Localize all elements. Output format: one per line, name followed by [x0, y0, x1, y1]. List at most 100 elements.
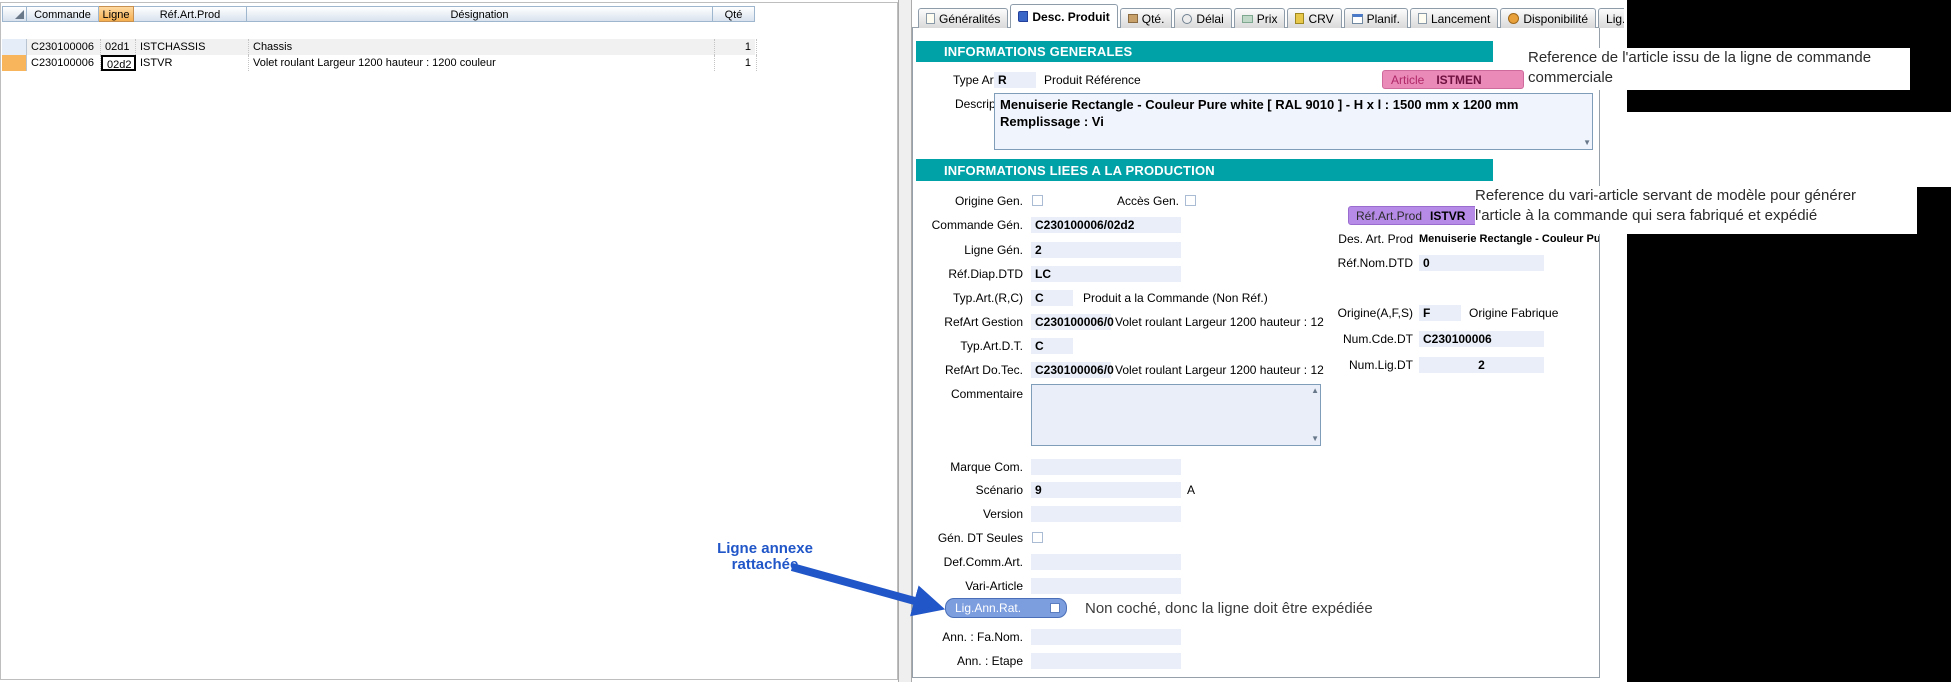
description-textarea[interactable]: Menuiserie Rectangle - Couleur Pure whit… — [994, 93, 1593, 150]
tab-label: Planif. — [1367, 12, 1400, 26]
origine-afs-desc: Origine Fabrique — [1469, 305, 1558, 321]
annotation-arrow — [770, 555, 970, 630]
num-cde-dt-field[interactable]: C230100006 — [1419, 331, 1544, 347]
cell-ref-art-prod[interactable]: ISTCHASSIS — [136, 39, 249, 55]
cell-ref-art-prod[interactable]: ISTVR — [136, 55, 249, 71]
tab-label: Prix — [1257, 12, 1278, 26]
origine-afs-field[interactable]: F — [1419, 305, 1461, 321]
refart-dotec-field[interactable]: C230100006/0 — [1031, 362, 1111, 378]
tab-desc-produit[interactable]: Desc. Produit — [1010, 4, 1117, 28]
tab-lancement[interactable]: Lancement — [1410, 8, 1498, 28]
cell-commande[interactable]: C230100006 — [27, 39, 101, 55]
form-tab-strip: Généralités Desc. Produit Qté. Délai Pri… — [918, 3, 1624, 28]
row-selector-header[interactable] — [2, 6, 27, 22]
article-badge[interactable]: Article ISTMEN — [1382, 70, 1524, 89]
scenario-suffix: A — [1187, 482, 1195, 498]
cell-ligne[interactable]: 02d1 — [101, 39, 136, 55]
tab-planif[interactable]: Planif. — [1344, 8, 1408, 28]
tab-prix[interactable]: Prix — [1234, 8, 1286, 28]
commentaire-textarea[interactable]: ▲ ▼ — [1031, 384, 1321, 446]
row-selector-active[interactable] — [2, 55, 27, 71]
tab-label: Généralités — [939, 12, 1000, 26]
tab-label: Desc. Produit — [1032, 10, 1109, 24]
cell-designation[interactable]: Volet roulant Largeur 1200 hauteur : 120… — [249, 55, 715, 71]
document-icon — [926, 13, 935, 24]
launch-page-icon — [1418, 13, 1427, 24]
num-cde-dt-label: Num.Cde.DT — [1281, 331, 1413, 347]
ref-art-prod-badge-value: ISTVR — [1422, 209, 1465, 223]
def-comm-art-field[interactable] — [1031, 554, 1181, 570]
ref-art-prod-badge[interactable]: Réf.Art.Prod ISTVR — [1348, 206, 1481, 225]
cell-qte[interactable]: 1 — [715, 55, 757, 71]
annotation-ref-vari-article: Reference du vari-article servant de mod… — [1475, 186, 1917, 234]
column-header-qte[interactable]: Qté — [713, 6, 755, 22]
ref-nom-dtd-field[interactable]: 0 — [1419, 255, 1544, 271]
article-badge-value: ISTMEN — [1424, 73, 1481, 87]
annotation-line: l'article à la commande qui sera fabriqu… — [1475, 206, 1917, 226]
cell-qte[interactable]: 1 — [715, 39, 757, 55]
section-header-informations-production: INFORMATIONS LIEES A LA PRODUCTION — [916, 159, 1493, 181]
tab-label: Lig.Add. — [1606, 12, 1624, 26]
ligne-gen-field[interactable]: 2 — [1031, 242, 1181, 258]
type-article-field[interactable]: R — [994, 72, 1036, 88]
redaction-block-bottom — [1627, 187, 1951, 682]
typ-art-dt-label: Typ.Art.D.T. — [913, 338, 1023, 354]
column-header-commande[interactable]: Commande — [27, 6, 99, 22]
tab-disponibilite[interactable]: Disponibilité — [1500, 8, 1596, 28]
tab-qte[interactable]: Qté. — [1120, 8, 1173, 28]
package-icon — [1128, 14, 1138, 23]
typ-art-rc-label: Typ.Art.(R,C) — [913, 290, 1023, 306]
column-header-ref-art-prod[interactable]: Réf.Art.Prod — [134, 6, 247, 22]
cell-commande[interactable]: C230100006 — [27, 55, 101, 71]
column-header-ligne[interactable]: Ligne — [99, 6, 134, 22]
ref-diap-dtd-field[interactable]: LC — [1031, 266, 1181, 282]
tab-delai[interactable]: Délai — [1174, 8, 1231, 28]
annotation-line: commerciale — [1528, 68, 1910, 88]
lig-ann-rat-checkbox[interactable] — [1050, 603, 1060, 613]
annotation-ref-article: Reference de l'article issu de la ligne … — [1528, 48, 1910, 90]
annotation-non-coche: Non coché, donc la ligne doit être expéd… — [1085, 600, 1373, 618]
column-header-designation[interactable]: Désignation — [247, 6, 713, 22]
cell-ligne-selected[interactable]: 02d2 — [101, 55, 136, 71]
scenario-field[interactable]: 9 — [1031, 482, 1181, 498]
scroll-down-icon[interactable]: ▼ — [1583, 139, 1591, 147]
vari-article-field[interactable] — [1031, 578, 1181, 594]
cell-designation[interactable]: Chassis — [249, 39, 715, 55]
tab-label: Disponibilité — [1523, 12, 1588, 26]
ann-etape-label: Ann. : Etape — [913, 653, 1023, 669]
table-row[interactable]: C230100006 02d2 ISTVR Volet roulant Larg… — [2, 55, 755, 71]
gen-dt-seules-label: Gén. DT Seules — [913, 530, 1023, 546]
origine-gen-checkbox[interactable] — [1032, 195, 1043, 206]
refart-gestion-field[interactable]: C230100006/0 — [1031, 314, 1111, 330]
table-row[interactable]: C230100006 02d1 ISTCHASSIS Chassis 1 — [2, 39, 755, 55]
clock-icon — [1182, 14, 1192, 24]
type-article-desc: Produit Référence — [1044, 72, 1141, 88]
tab-label: Qté. — [1142, 12, 1165, 26]
annotation-line: Reference du vari-article servant de mod… — [1475, 186, 1917, 206]
ann-fa-nom-label: Ann. : Fa.Nom. — [913, 629, 1023, 645]
section-header-informations-generales: INFORMATIONS GENERALES — [916, 41, 1493, 62]
tab-crv[interactable]: CRV — [1287, 8, 1341, 28]
ann-etape-field[interactable] — [1031, 653, 1181, 669]
typ-art-rc-field[interactable]: C — [1031, 290, 1073, 306]
commande-gen-field[interactable]: C230100006/02d2 — [1031, 217, 1181, 233]
tab-generalites[interactable]: Généralités — [918, 8, 1008, 28]
price-icon — [1242, 15, 1253, 23]
ref-nom-dtd-label: Réf.Nom.DTD — [1281, 255, 1413, 271]
row-selector[interactable] — [2, 39, 27, 55]
scroll-up-icon[interactable]: ▲ — [1311, 387, 1319, 395]
scroll-down-icon[interactable]: ▼ — [1311, 435, 1319, 443]
ref-diap-dtd-label: Réf.Diap.DTD — [913, 266, 1023, 282]
acces-gen-checkbox[interactable] — [1185, 195, 1196, 206]
num-lig-dt-field[interactable]: 2 — [1419, 357, 1544, 373]
marque-com-field[interactable] — [1031, 459, 1181, 475]
gen-dt-seules-checkbox[interactable] — [1032, 532, 1043, 543]
tab-label: Délai — [1196, 12, 1223, 26]
description-text: Menuiserie Rectangle - Couleur Pure whit… — [995, 94, 1592, 132]
sort-triangle-icon — [15, 10, 24, 19]
tab-lig-add[interactable]: Lig.Add. — [1598, 8, 1624, 28]
refart-gestion-label: RefArt Gestion — [913, 314, 1023, 330]
ann-fa-nom-field[interactable] — [1031, 629, 1181, 645]
version-field[interactable] — [1031, 506, 1181, 522]
typ-art-dt-field[interactable]: C — [1031, 338, 1073, 354]
